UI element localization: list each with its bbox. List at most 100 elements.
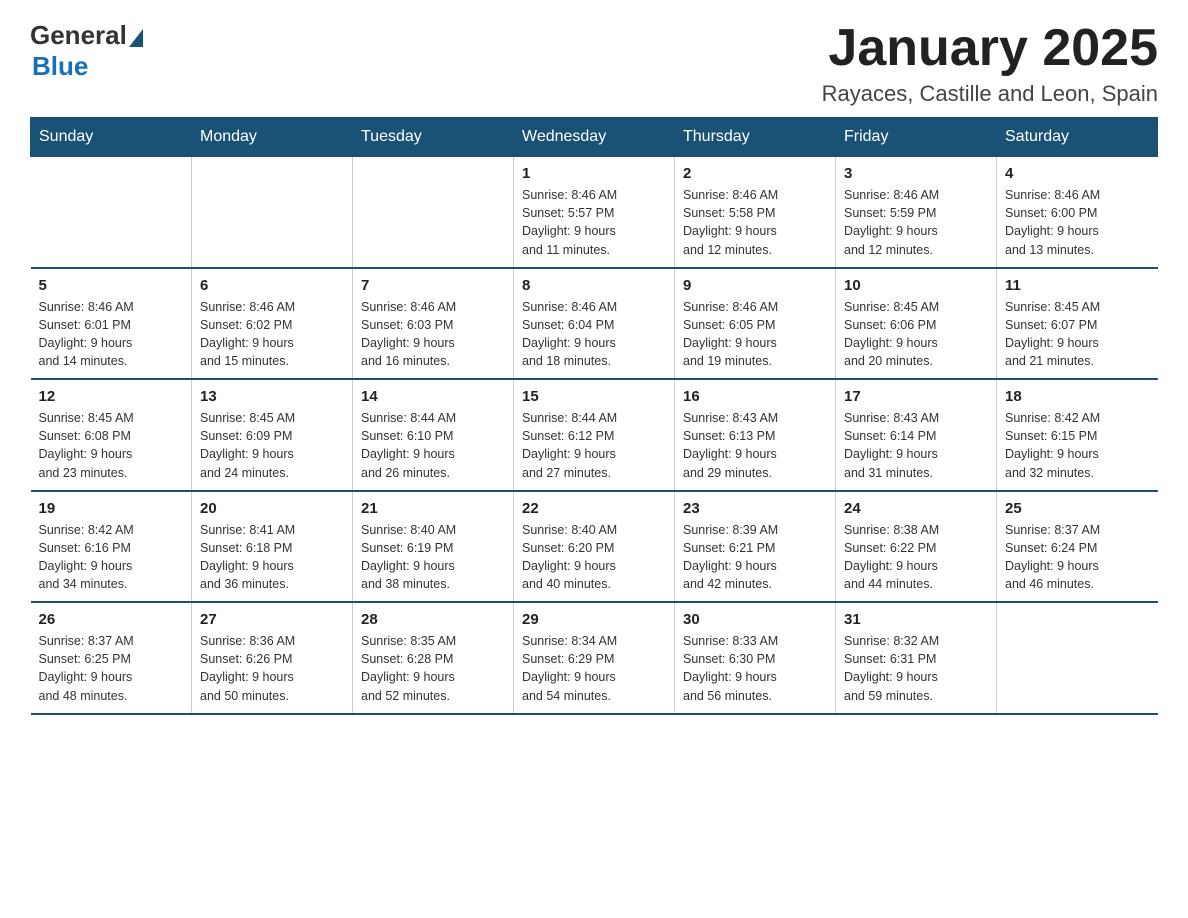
calendar-cell: 23 Sunrise: 8:39 AM Sunset: 6:21 PM Dayli… [675, 491, 836, 603]
calendar-cell: 13 Sunrise: 8:45 AM Sunset: 6:09 PM Dayli… [192, 379, 353, 491]
calendar-cell: 31 Sunrise: 8:32 AM Sunset: 6:31 PM Dayli… [836, 602, 997, 714]
calendar-cell: 5 Sunrise: 8:46 AM Sunset: 6:01 PM Daylig… [31, 268, 192, 380]
calendar-cell: 6Sunrise: 8:46 AM Sunset: 6:02 PM Daylig… [192, 268, 353, 380]
day-info: Sunrise: 8:36 AM Sunset: 6:26 PM Dayligh… [200, 632, 344, 705]
calendar-cell [31, 157, 192, 268]
day-info: Sunrise: 8:46 AM Sunset: 5:57 PM Dayligh… [522, 186, 666, 259]
day-number: 26 [39, 611, 184, 628]
col-thursday: Thursday [675, 118, 836, 157]
day-info: Sunrise: 8:45 AM Sunset: 6:08 PM Dayligh… [39, 409, 184, 482]
day-number: 10 [844, 277, 988, 294]
day-info: Sunrise: 8:46 AM Sunset: 5:59 PM Dayligh… [844, 186, 988, 259]
calendar-cell: 7Sunrise: 8:46 AM Sunset: 6:03 PM Daylig… [353, 268, 514, 380]
calendar-cell: 4 Sunrise: 8:46 AM Sunset: 6:00 PM Daylig… [997, 157, 1158, 268]
col-wednesday: Wednesday [514, 118, 675, 157]
day-info: Sunrise: 8:41 AM Sunset: 6:18 PM Dayligh… [200, 521, 344, 594]
logo-blue-text: Blue [32, 51, 88, 82]
day-number: 2 [683, 165, 827, 182]
day-info: Sunrise: 8:45 AM Sunset: 6:06 PM Dayligh… [844, 298, 988, 371]
day-number: 15 [522, 388, 666, 405]
day-number: 21 [361, 500, 505, 517]
day-number: 30 [683, 611, 827, 628]
day-info: Sunrise: 8:43 AM Sunset: 6:13 PM Dayligh… [683, 409, 827, 482]
day-info: Sunrise: 8:44 AM Sunset: 6:12 PM Dayligh… [522, 409, 666, 482]
calendar-cell: 16 Sunrise: 8:43 AM Sunset: 6:13 PM Dayli… [675, 379, 836, 491]
day-number: 13 [200, 388, 344, 405]
day-number: 25 [1005, 500, 1150, 517]
calendar-cell: 15 Sunrise: 8:44 AM Sunset: 6:12 PM Dayli… [514, 379, 675, 491]
day-info: Sunrise: 8:35 AM Sunset: 6:28 PM Dayligh… [361, 632, 505, 705]
day-info: Sunrise: 8:33 AM Sunset: 6:30 PM Dayligh… [683, 632, 827, 705]
day-info: Sunrise: 8:46 AM Sunset: 6:05 PM Dayligh… [683, 298, 827, 371]
day-info: Sunrise: 8:32 AM Sunset: 6:31 PM Dayligh… [844, 632, 988, 705]
day-number: 29 [522, 611, 666, 628]
day-info: Sunrise: 8:46 AM Sunset: 6:01 PM Dayligh… [39, 298, 184, 371]
calendar-cell: 20Sunrise: 8:41 AM Sunset: 6:18 PM Dayli… [192, 491, 353, 603]
calendar-cell: 19Sunrise: 8:42 AM Sunset: 6:16 PM Dayli… [31, 491, 192, 603]
day-info: Sunrise: 8:39 AM Sunset: 6:21 PM Dayligh… [683, 521, 827, 594]
calendar-cell: 18Sunrise: 8:42 AM Sunset: 6:15 PM Dayli… [997, 379, 1158, 491]
day-number: 19 [39, 500, 184, 517]
col-sunday: Sunday [31, 118, 192, 157]
day-info: Sunrise: 8:37 AM Sunset: 6:25 PM Dayligh… [39, 632, 184, 705]
day-number: 31 [844, 611, 988, 628]
day-info: Sunrise: 8:43 AM Sunset: 6:14 PM Dayligh… [844, 409, 988, 482]
day-info: Sunrise: 8:45 AM Sunset: 6:07 PM Dayligh… [1005, 298, 1150, 371]
calendar-cell: 9 Sunrise: 8:46 AM Sunset: 6:05 PM Daylig… [675, 268, 836, 380]
calendar-cell: 21 Sunrise: 8:40 AM Sunset: 6:19 PM Dayli… [353, 491, 514, 603]
calendar-week-3: 12 Sunrise: 8:45 AM Sunset: 6:08 PM Dayli… [31, 379, 1158, 491]
day-info: Sunrise: 8:40 AM Sunset: 6:20 PM Dayligh… [522, 521, 666, 594]
day-info: Sunrise: 8:38 AM Sunset: 6:22 PM Dayligh… [844, 521, 988, 594]
day-number: 17 [844, 388, 988, 405]
day-number: 11 [1005, 277, 1150, 294]
day-number: 27 [200, 611, 344, 628]
title-section: January 2025 Rayaces, Castille and Leon,… [822, 20, 1158, 107]
day-number: 4 [1005, 165, 1150, 182]
day-number: 3 [844, 165, 988, 182]
calendar-cell: 1Sunrise: 8:46 AM Sunset: 5:57 PM Daylig… [514, 157, 675, 268]
day-number: 14 [361, 388, 505, 405]
day-number: 9 [683, 277, 827, 294]
calendar-cell: 22 Sunrise: 8:40 AM Sunset: 6:20 PM Dayli… [514, 491, 675, 603]
calendar-week-4: 19Sunrise: 8:42 AM Sunset: 6:16 PM Dayli… [31, 491, 1158, 603]
day-info: Sunrise: 8:46 AM Sunset: 6:04 PM Dayligh… [522, 298, 666, 371]
calendar-cell: 17 Sunrise: 8:43 AM Sunset: 6:14 PM Dayli… [836, 379, 997, 491]
col-friday: Friday [836, 118, 997, 157]
day-info: Sunrise: 8:46 AM Sunset: 6:00 PM Dayligh… [1005, 186, 1150, 259]
calendar-cell [997, 602, 1158, 714]
day-number: 23 [683, 500, 827, 517]
col-monday: Monday [192, 118, 353, 157]
calendar-cell: 2 Sunrise: 8:46 AM Sunset: 5:58 PM Daylig… [675, 157, 836, 268]
calendar-cell: 24Sunrise: 8:38 AM Sunset: 6:22 PM Dayli… [836, 491, 997, 603]
calendar-cell: 10 Sunrise: 8:45 AM Sunset: 6:06 PM Dayli… [836, 268, 997, 380]
calendar-cell: 3 Sunrise: 8:46 AM Sunset: 5:59 PM Daylig… [836, 157, 997, 268]
day-number: 16 [683, 388, 827, 405]
day-number: 7 [361, 277, 505, 294]
calendar-body: 1Sunrise: 8:46 AM Sunset: 5:57 PM Daylig… [31, 157, 1158, 714]
calendar-cell: 27 Sunrise: 8:36 AM Sunset: 6:26 PM Dayli… [192, 602, 353, 714]
calendar-cell: 25 Sunrise: 8:37 AM Sunset: 6:24 PM Dayli… [997, 491, 1158, 603]
subtitle: Rayaces, Castille and Leon, Spain [822, 81, 1158, 107]
day-number: 22 [522, 500, 666, 517]
calendar-cell: 11 Sunrise: 8:45 AM Sunset: 6:07 PM Dayli… [997, 268, 1158, 380]
day-number: 5 [39, 277, 184, 294]
calendar-week-2: 5 Sunrise: 8:46 AM Sunset: 6:01 PM Daylig… [31, 268, 1158, 380]
calendar-cell: 14Sunrise: 8:44 AM Sunset: 6:10 PM Dayli… [353, 379, 514, 491]
col-saturday: Saturday [997, 118, 1158, 157]
day-number: 18 [1005, 388, 1150, 405]
day-info: Sunrise: 8:45 AM Sunset: 6:09 PM Dayligh… [200, 409, 344, 482]
day-info: Sunrise: 8:37 AM Sunset: 6:24 PM Dayligh… [1005, 521, 1150, 594]
day-number: 12 [39, 388, 184, 405]
calendar-cell: 30 Sunrise: 8:33 AM Sunset: 6:30 PM Dayli… [675, 602, 836, 714]
day-info: Sunrise: 8:46 AM Sunset: 6:02 PM Dayligh… [200, 298, 344, 371]
calendar-cell [192, 157, 353, 268]
calendar-cell: 26 Sunrise: 8:37 AM Sunset: 6:25 PM Dayli… [31, 602, 192, 714]
day-info: Sunrise: 8:46 AM Sunset: 5:58 PM Dayligh… [683, 186, 827, 259]
logo: General Blue [30, 20, 143, 82]
calendar-cell: 28 Sunrise: 8:35 AM Sunset: 6:28 PM Dayli… [353, 602, 514, 714]
day-number: 28 [361, 611, 505, 628]
header-row: Sunday Monday Tuesday Wednesday Thursday… [31, 118, 1158, 157]
calendar-header: Sunday Monday Tuesday Wednesday Thursday… [31, 118, 1158, 157]
day-info: Sunrise: 8:40 AM Sunset: 6:19 PM Dayligh… [361, 521, 505, 594]
page-title: January 2025 [822, 20, 1158, 77]
